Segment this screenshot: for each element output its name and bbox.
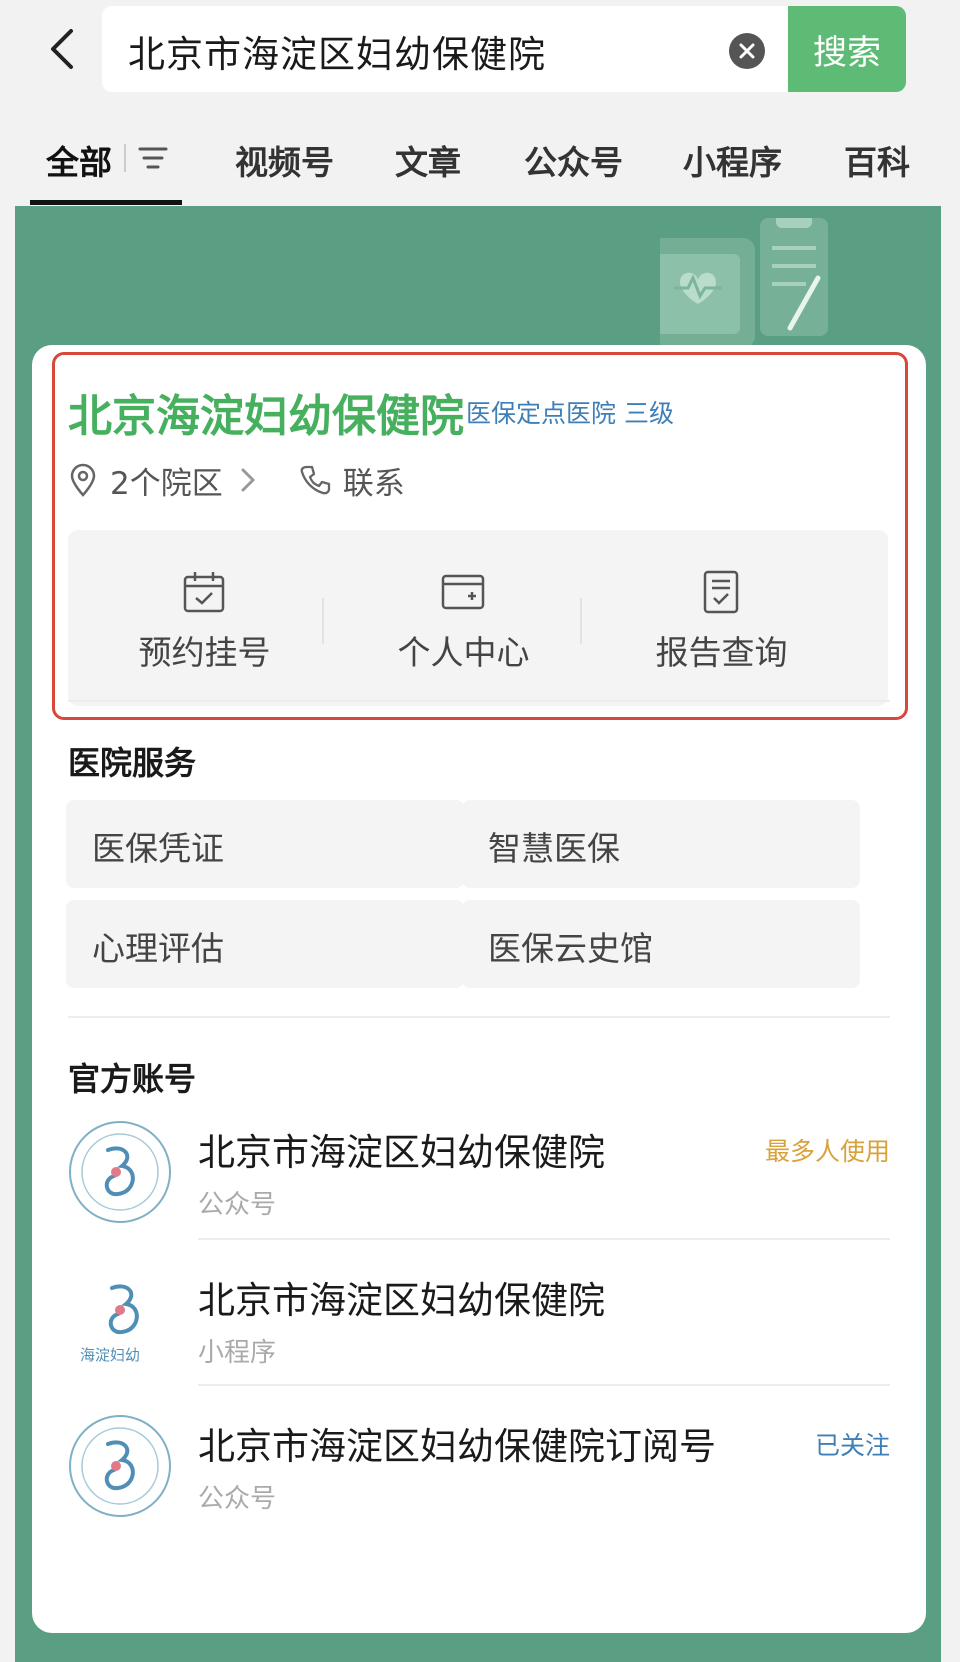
hospital-meta: 2个院区 联系 — [68, 458, 405, 502]
service-item[interactable]: 医保云史馆 — [462, 900, 860, 988]
divider — [322, 598, 324, 644]
location-pin-icon — [70, 463, 96, 497]
tab-articles[interactable]: 文章 — [395, 136, 461, 184]
service-item[interactable]: 心理评估 — [66, 900, 464, 988]
account-name: 北京市海淀区妇幼保健院 — [198, 1279, 605, 1322]
account-logo-icon — [69, 1415, 171, 1517]
personal-center-label: 个人中心 — [397, 633, 530, 672]
account-logo-icon — [69, 1121, 171, 1223]
card-plus-icon — [441, 574, 485, 610]
account-item[interactable]: 北京市海淀区妇幼保健院订阅号 公众号 已关注 — [68, 1406, 890, 1556]
contact-link[interactable]: 联系 — [343, 458, 405, 503]
service-label: 智慧医保 — [488, 829, 620, 868]
service-label: 医保凭证 — [92, 829, 224, 868]
account-type: 公众号 — [198, 1190, 277, 1220]
personal-center-button[interactable]: 个人中心 — [327, 530, 600, 706]
back-button[interactable] — [40, 24, 84, 74]
tab-divider — [124, 144, 126, 172]
appointment-button[interactable]: 预约挂号 — [68, 530, 341, 706]
search-query: 北京市海淀区妇幼保健院 — [128, 33, 546, 76]
list-divider — [198, 1238, 890, 1240]
chevron-right-icon — [241, 468, 255, 492]
service-item[interactable]: 医保凭证 — [66, 800, 464, 888]
list-divider — [198, 1384, 890, 1386]
search-button[interactable]: 搜索 — [788, 6, 906, 92]
appointment-label: 预约挂号 — [138, 633, 271, 672]
account-name: 北京市海淀区妇幼保健院 — [198, 1131, 605, 1174]
category-tabs: 全部 视频号 文章 公众号 小程序 百科 — [0, 108, 960, 206]
filter-icon[interactable] — [136, 144, 170, 172]
top-bar: 北京市海淀区妇幼保健院 搜索 — [0, 0, 960, 108]
mini-program-logo-text: 海淀妇幼 — [80, 1346, 141, 1364]
medical-clipboard-illustration — [660, 218, 828, 348]
hospital-badge: 医保定点医院 三级 — [466, 399, 674, 428]
service-item[interactable]: 智慧医保 — [462, 800, 860, 888]
phone-icon — [300, 465, 330, 495]
account-item[interactable]: 海淀妇幼 北京市海淀区妇幼保健院 小程序 — [68, 1260, 890, 1410]
section-divider — [68, 700, 890, 702]
calendar-check-icon — [183, 572, 225, 613]
clear-search-button[interactable] — [729, 33, 765, 69]
active-tab-indicator — [30, 200, 182, 205]
account-name: 北京市海淀区妇幼保健院订阅号 — [198, 1425, 716, 1468]
report-icon — [703, 570, 739, 614]
service-label: 心理评估 — [92, 929, 224, 968]
report-query-label: 报告查询 — [655, 633, 788, 672]
hospital-name[interactable]: 北京海淀妇幼保健院 — [68, 380, 464, 444]
services-title: 医院服务 — [68, 744, 197, 782]
tab-channels[interactable]: 视频号 — [235, 136, 334, 184]
tab-mini-programs[interactable]: 小程序 — [683, 136, 782, 184]
chevron-left-icon — [51, 29, 73, 69]
accounts-title: 官方账号 — [68, 1060, 197, 1098]
account-tag: 已关注 — [814, 1431, 890, 1460]
account-type: 小程序 — [198, 1338, 277, 1368]
section-divider — [68, 1016, 890, 1018]
tab-official-accounts[interactable]: 公众号 — [524, 136, 623, 184]
account-type: 公众号 — [198, 1484, 277, 1514]
divider — [580, 598, 582, 644]
service-label: 医保云史馆 — [488, 929, 653, 968]
quick-actions-panel: 预约挂号 个人中心 报告查询 — [68, 530, 888, 706]
search-input[interactable]: 北京市海淀区妇幼保健院 — [102, 6, 788, 92]
account-tag: 最多人使用 — [764, 1137, 890, 1166]
report-query-button[interactable]: 报告查询 — [585, 530, 858, 706]
tab-all[interactable]: 全部 — [46, 136, 112, 184]
tab-wiki[interactable]: 百科 — [844, 136, 910, 184]
campus-link[interactable]: 2个院区 — [110, 458, 223, 503]
close-icon — [739, 43, 755, 59]
